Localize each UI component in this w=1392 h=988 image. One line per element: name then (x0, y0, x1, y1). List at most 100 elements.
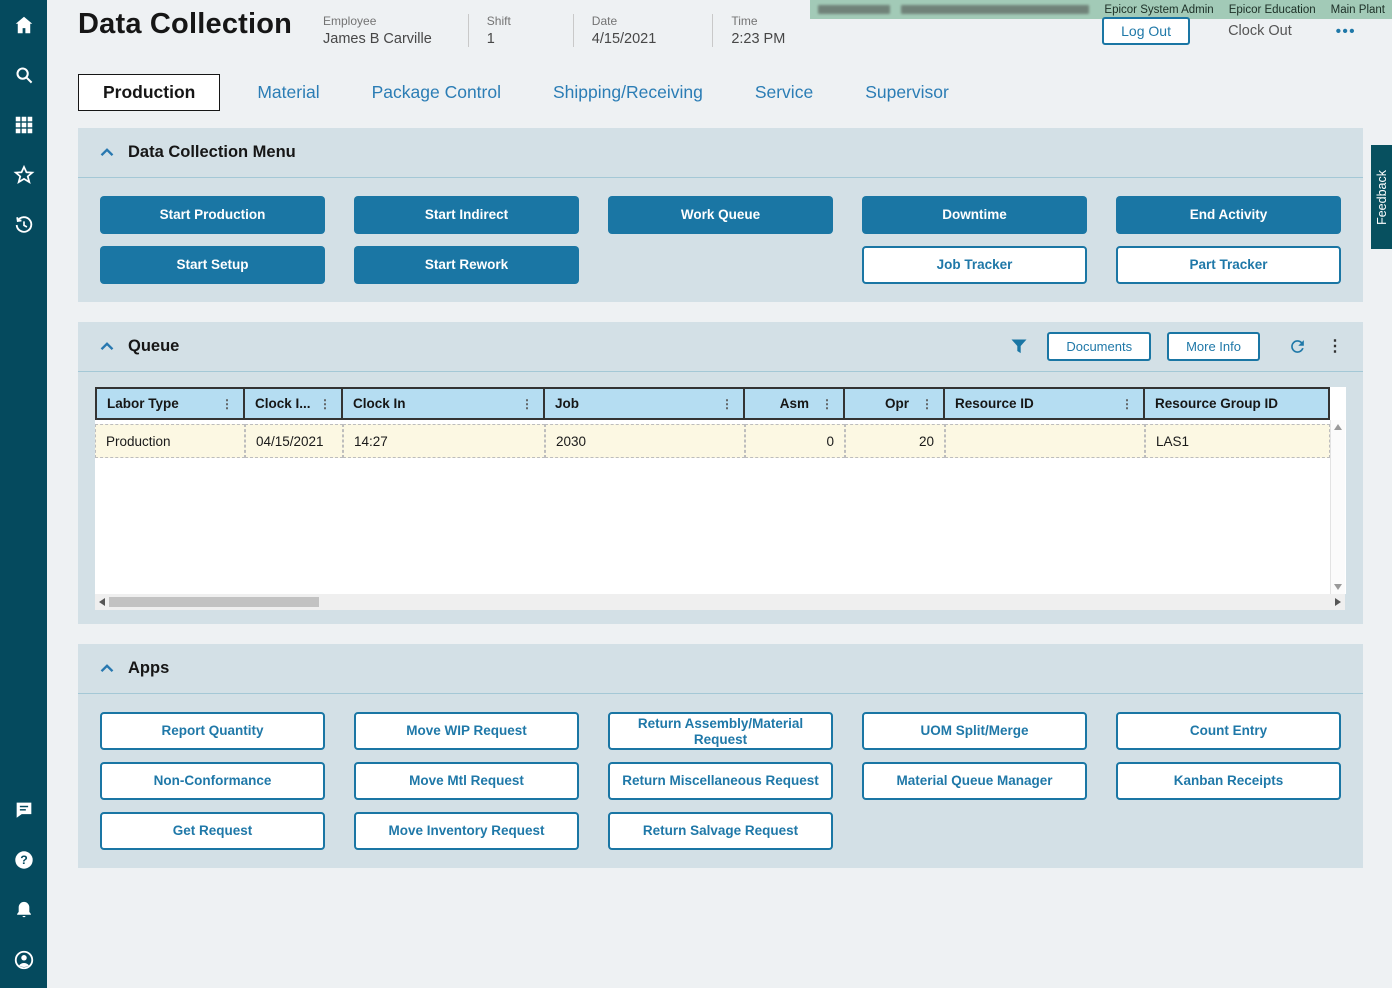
queue-toolbar: Documents More Info ⋮ (1011, 332, 1343, 361)
tab-service[interactable]: Service (755, 74, 813, 111)
column-label: Opr (884, 396, 909, 411)
date-value: 4/15/2021 (591, 31, 657, 47)
scroll-down-arrow-icon[interactable] (1334, 584, 1342, 590)
button-row: Report Quantity Move WIP Request Return As… (100, 712, 1341, 750)
downtime-button[interactable]: Downtime (862, 196, 1087, 234)
work-queue-button[interactable]: Work Queue (608, 196, 833, 234)
filter-icon[interactable] (1011, 339, 1027, 354)
scroll-up-arrow-icon[interactable] (1334, 424, 1342, 430)
table-row[interactable]: Production 04/15/2021 14:27 2030 0 20 LAS1 (95, 424, 1330, 458)
cell-asm: 0 (745, 424, 845, 458)
help-icon[interactable]: ? (0, 835, 47, 885)
return-salvage-request-button[interactable]: Return Salvage Request (608, 812, 833, 850)
shift-label: Shift (486, 14, 511, 28)
grid-options-kebab-icon[interactable]: ⋮ (1327, 338, 1343, 355)
uom-split-merge-button[interactable]: UOM Split/Merge (862, 712, 1087, 750)
column-menu-icon[interactable]: ⋮ (715, 397, 733, 411)
favorites-star-icon[interactable] (0, 150, 47, 200)
collapse-chevron-icon[interactable] (100, 664, 114, 673)
move-mtl-request-button[interactable]: Move Mtl Request (354, 762, 579, 800)
date-field: Date 4/15/2021 (572, 14, 713, 47)
column-header-job[interactable]: Job ⋮ (545, 387, 745, 420)
column-header-clock-in[interactable]: Clock In ⋮ (343, 387, 545, 420)
non-conformance-button[interactable]: Non-Conformance (100, 762, 325, 800)
empty-slot (608, 246, 833, 284)
tab-production[interactable]: Production (78, 74, 221, 111)
apps-grid-icon[interactable] (0, 100, 47, 150)
history-icon[interactable] (0, 200, 47, 250)
column-header-resource-id[interactable]: Resource ID ⋮ (945, 387, 1145, 420)
menu-panel-header: Data Collection Menu (78, 128, 1363, 178)
feedback-label: Feedback (1374, 169, 1389, 225)
documents-button[interactable]: Documents (1047, 332, 1152, 361)
start-rework-button[interactable]: Start Rework (354, 246, 579, 284)
log-out-button[interactable]: Log Out (1102, 17, 1191, 45)
menu-panel-title: Data Collection Menu (128, 143, 296, 161)
move-wip-request-button[interactable]: Move WIP Request (354, 712, 579, 750)
more-info-button[interactable]: More Info (1167, 332, 1260, 361)
column-menu-icon[interactable]: ⋮ (215, 397, 233, 411)
start-indirect-button[interactable]: Start Indirect (354, 196, 579, 234)
feedback-tab[interactable]: Feedback (1371, 145, 1392, 249)
return-assembly-material-request-button[interactable]: Return Assembly/Material Request (608, 712, 833, 750)
queue-table: Labor Type ⋮ Clock I... ⋮ Clock In ⋮ Job ⋮ Asm ⋮ O… (95, 387, 1330, 594)
vertical-scrollbar[interactable] (1330, 387, 1345, 594)
column-menu-icon[interactable]: ⋮ (915, 397, 933, 411)
button-row: Non-Conformance Move Mtl Request Return Mi… (100, 762, 1341, 800)
account-icon[interactable] (0, 935, 47, 985)
button-row: Start Production Start Indirect Work Queue… (100, 196, 1341, 234)
move-inventory-request-button[interactable]: Move Inventory Request (354, 812, 579, 850)
column-header-labor-type[interactable]: Labor Type ⋮ (95, 387, 245, 420)
tab-shipping-receiving[interactable]: Shipping/Receiving (553, 74, 703, 111)
get-request-button[interactable]: Get Request (100, 812, 325, 850)
scroll-left-arrow-icon[interactable] (99, 598, 105, 606)
shift-field: Shift 1 (467, 14, 573, 47)
column-menu-icon[interactable]: ⋮ (515, 397, 533, 411)
notifications-bell-icon[interactable] (0, 885, 47, 935)
end-activity-button[interactable]: End Activity (1116, 196, 1341, 234)
column-header-resource-group-id[interactable]: Resource Group ID (1145, 387, 1330, 420)
table-empty-area (95, 458, 1330, 594)
horizontal-scroll-thumb[interactable] (109, 597, 319, 607)
count-entry-button[interactable]: Count Entry (1116, 712, 1341, 750)
report-quantity-button[interactable]: Report Quantity (100, 712, 325, 750)
start-production-button[interactable]: Start Production (100, 196, 325, 234)
cell-labor-type: Production (95, 424, 245, 458)
part-tracker-button[interactable]: Part Tracker (1116, 246, 1341, 284)
tab-bar: Production Material Package Control Shippin… (78, 74, 1001, 111)
material-queue-manager-button[interactable]: Material Queue Manager (862, 762, 1087, 800)
collapse-chevron-icon[interactable] (100, 148, 114, 157)
menu-panel-body: Start Production Start Indirect Work Queue… (78, 178, 1363, 302)
collapse-chevron-icon[interactable] (100, 342, 114, 351)
return-miscellaneous-request-button[interactable]: Return Miscellaneous Request (608, 762, 833, 800)
column-menu-icon[interactable]: ⋮ (313, 397, 331, 411)
empty-slot (862, 812, 1087, 850)
tab-package-control[interactable]: Package Control (372, 74, 501, 111)
column-label: Asm (779, 396, 809, 411)
clock-out-button[interactable]: Clock Out (1228, 23, 1292, 39)
column-header-clock-i[interactable]: Clock I... ⋮ (245, 387, 343, 420)
sidebar-nav: ? (0, 0, 47, 988)
chat-icon[interactable] (0, 785, 47, 835)
cell-resource-group-id: LAS1 (1145, 424, 1330, 458)
scroll-right-arrow-icon[interactable] (1335, 598, 1341, 606)
column-header-opr[interactable]: Opr ⋮ (845, 387, 945, 420)
employee-field: Employee James B Carville (323, 14, 468, 47)
tab-supervisor[interactable]: Supervisor (865, 74, 949, 111)
home-icon[interactable] (0, 0, 47, 50)
column-menu-icon[interactable]: ⋮ (1115, 397, 1133, 411)
data-collection-menu-panel: Data Collection Menu Start Production Sta… (78, 128, 1363, 302)
column-menu-icon[interactable]: ⋮ (815, 397, 833, 411)
overflow-menu-icon[interactable]: ••• (1336, 23, 1356, 40)
start-setup-button[interactable]: Start Setup (100, 246, 325, 284)
column-label: Resource ID (955, 396, 1034, 411)
job-tracker-button[interactable]: Job Tracker (862, 246, 1087, 284)
kanban-receipts-button[interactable]: Kanban Receipts (1116, 762, 1341, 800)
session-labels: Epicor System Admin Epicor Education Main … (1104, 4, 1392, 16)
tab-material[interactable]: Material (257, 74, 319, 111)
vertical-scroll-track[interactable] (1330, 420, 1345, 594)
horizontal-scrollbar[interactable] (95, 594, 1345, 610)
search-icon[interactable] (0, 50, 47, 100)
refresh-icon[interactable] (1288, 337, 1307, 356)
column-header-asm[interactable]: Asm ⋮ (745, 387, 845, 420)
